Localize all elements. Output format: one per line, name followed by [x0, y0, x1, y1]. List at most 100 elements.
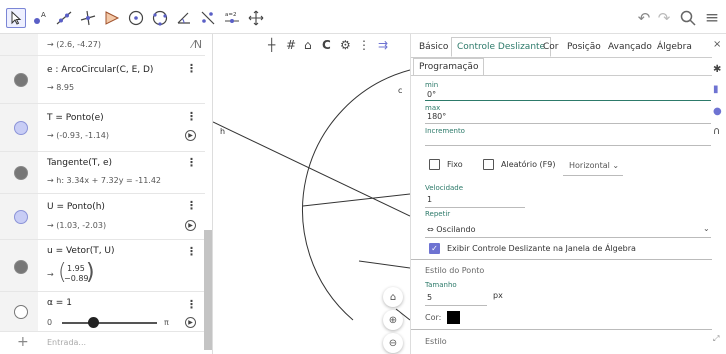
orientation-value: Horizontal: [569, 161, 610, 170]
gear-icon[interactable]: ✱: [713, 64, 721, 75]
show-slider-label: Exibir Controle Deslizante na Janela de …: [447, 244, 636, 253]
visibility-toggle[interactable]: [14, 166, 28, 180]
list-item[interactable]: T = Ponto(e) → (-0.93, -1.14) ⋮ ▶: [0, 104, 205, 152]
polygon-tool-icon[interactable]: [102, 8, 122, 28]
visibility-toggle[interactable]: [14, 260, 28, 274]
section-divider: [411, 329, 712, 330]
list-item[interactable]: α = 1 0 π ⋮ ▶: [0, 292, 205, 332]
visibility-toggle[interactable]: [14, 305, 28, 319]
visibility-toggle[interactable]: [14, 210, 28, 224]
list-item[interactable]: Tangente(T, e) → h: 3.34x + 7.32y = -11.…: [0, 152, 205, 194]
tab-avancado[interactable]: Avançado: [602, 37, 658, 57]
matrix-top-value: 1.95: [67, 264, 85, 273]
tamanho-label: Tamanho: [425, 281, 457, 289]
more-options-icon[interactable]: ⋮: [186, 156, 197, 169]
velocidade-field[interactable]: 1: [427, 195, 432, 204]
circle-three-points-icon[interactable]: [150, 8, 170, 28]
curve-icon[interactable]: ∩: [713, 126, 720, 137]
more-options-icon[interactable]: ⋮: [186, 298, 197, 311]
color-swatch[interactable]: [447, 311, 460, 324]
svg-text:A: A: [41, 11, 46, 19]
segment[interactable]: [302, 193, 410, 207]
aleatorio-label: Aleatório (F9): [501, 160, 556, 169]
angle-tool-icon[interactable]: [174, 8, 194, 28]
item-definition: U = Ponto(h): [47, 202, 105, 212]
aleatorio-checkbox[interactable]: [483, 159, 494, 170]
graphics-view-icon[interactable]: ▮: [713, 84, 719, 95]
algebra-scrollbar[interactable]: [204, 230, 212, 350]
tab-programacao[interactable]: Programação: [413, 58, 485, 76]
item-definition: Tangente(T, e): [47, 158, 113, 168]
show-slider-checkbox[interactable]: ✓: [429, 243, 440, 254]
label-h: h: [220, 127, 226, 136]
visibility-toggle[interactable]: [14, 121, 28, 135]
algebra-style-icon[interactable]: ⁄N: [192, 38, 202, 51]
item-value: → (-0.93, -1.14): [47, 131, 109, 140]
algebra-input-row[interactable]: + Entrada...: [0, 332, 205, 354]
slider-track[interactable]: [62, 322, 157, 324]
pointer-arrow-icon[interactable]: [6, 8, 26, 28]
algebra-view: → (2.6, -4.27) ⁄N e : ArcoCircular(C, E,…: [0, 34, 213, 354]
slider-tool-icon[interactable]: a=2: [222, 8, 242, 28]
undo-icon[interactable]: ↶: [634, 8, 654, 28]
repetir-dropdown[interactable]: ⇔ Oscilando: [427, 225, 476, 234]
segment[interactable]: [358, 260, 410, 269]
line-tool-icon[interactable]: [54, 8, 74, 28]
arc-c[interactable]: [302, 69, 410, 321]
repetir-underline: [425, 237, 711, 238]
circle-center-point-icon[interactable]: [126, 8, 146, 28]
input-placeholder[interactable]: Entrada...: [47, 338, 86, 347]
hamburger-menu-icon[interactable]: ≡: [702, 8, 722, 28]
properties-tabs: Básico Controle Deslizante Cor Posição A…: [411, 37, 712, 57]
slider-max-label: π: [164, 318, 169, 327]
list-item[interactable]: e : ArcoCircular(C, E, D) → 8.95 ⋮: [0, 56, 205, 104]
orientation-dropdown[interactable]: Horizontal ⌄: [569, 161, 619, 170]
search-icon[interactable]: [678, 8, 698, 28]
home-icon[interactable]: ⌂: [383, 287, 403, 307]
reflect-line-icon[interactable]: [198, 8, 218, 28]
expand-icon[interactable]: ⤢: [713, 334, 719, 344]
zoom-in-icon[interactable]: ⊕: [383, 310, 403, 330]
geogebra-app: A a=2 ↶ ↷ ≡ → (2.6, -4.27) ⁄N e: ArcoCi…: [0, 0, 726, 354]
more-options-icon[interactable]: ⋮: [186, 110, 197, 123]
play-icon[interactable]: ▶: [185, 130, 196, 141]
zoom-out-icon[interactable]: ⊖: [383, 333, 403, 353]
list-item[interactable]: u = Vetor(T, U) → ( 1.95 −0.89 ) ⋮: [0, 240, 205, 292]
tab-posicao[interactable]: Posição: [561, 37, 607, 57]
point-tool-icon[interactable]: A: [30, 8, 50, 28]
orientation-underline: [563, 175, 623, 176]
more-options-icon[interactable]: ⋮: [186, 62, 197, 75]
item-value: → (2.6, -4.27): [47, 40, 101, 49]
tamanho-field[interactable]: 5: [427, 293, 432, 302]
row-gutter: [0, 34, 38, 55]
visibility-toggle[interactable]: [14, 73, 28, 87]
tab-basico[interactable]: Básico: [413, 37, 454, 57]
slider-handle[interactable]: [88, 317, 99, 328]
subtab-divider: [411, 75, 712, 76]
min-underline: [425, 100, 711, 101]
chevron-down-icon[interactable]: ⌄: [703, 224, 710, 233]
section-divider: [411, 259, 712, 260]
list-item[interactable]: → (2.6, -4.27) ⁄N: [0, 34, 205, 56]
velocidade-underline: [425, 207, 525, 208]
increment-field[interactable]: [425, 145, 711, 146]
tab-algebra[interactable]: Álgebra: [651, 37, 698, 57]
list-item[interactable]: U = Ponto(h) → (1.03, -2.03) ⋮ ▶: [0, 194, 205, 240]
point-style-icon[interactable]: ●: [713, 106, 722, 117]
close-icon[interactable]: ×: [713, 39, 721, 50]
play-icon[interactable]: ▶: [185, 220, 196, 231]
line-h[interactable]: [213, 121, 410, 217]
more-options-icon[interactable]: ⋮: [186, 199, 197, 212]
fixo-checkbox[interactable]: [429, 159, 440, 170]
graphics-view[interactable]: ┼ # ⌂ C ⚙ ⋮ ⇉ c h ⌂ ⊕ ⊖: [213, 34, 410, 354]
move-view-icon[interactable]: [246, 8, 266, 28]
play-icon[interactable]: ▶: [185, 317, 196, 328]
redo-icon[interactable]: ↷: [654, 8, 674, 28]
matrix-bracket-right: ): [86, 260, 95, 285]
min-field[interactable]: 0°: [427, 90, 436, 99]
more-options-icon[interactable]: ⋮: [186, 245, 197, 258]
perpendicular-line-icon[interactable]: [78, 8, 98, 28]
slider-min-label: 0: [47, 318, 53, 327]
repetir-label: Repetir: [425, 210, 451, 218]
max-field[interactable]: 180°: [427, 112, 446, 121]
